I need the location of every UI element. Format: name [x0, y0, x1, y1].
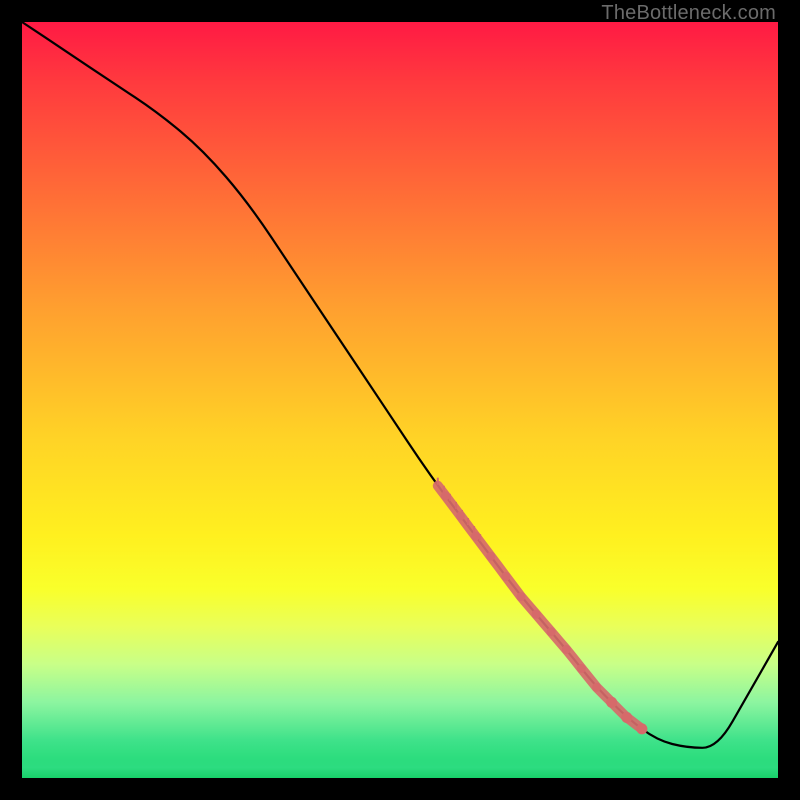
bottleneck-curve-svg	[22, 22, 778, 778]
highlight-marker	[562, 645, 571, 654]
highlight-marker	[517, 592, 526, 601]
highlight-marker	[621, 712, 632, 723]
highlight-marker	[547, 627, 556, 636]
highlight-marker	[471, 532, 480, 541]
highlight-marker	[486, 552, 495, 561]
plot-area	[22, 22, 778, 778]
highlight-markers	[438, 478, 648, 735]
highlight-marker	[532, 610, 541, 619]
watermark-text: TheBottleneck.com	[601, 2, 776, 25]
highlight-marker	[441, 491, 450, 500]
highlight-marker	[606, 697, 617, 708]
highlight-marker	[501, 572, 510, 581]
highlight-marker	[636, 723, 647, 734]
highlight-marker	[456, 511, 465, 520]
highlight-marker	[577, 664, 586, 673]
chart-frame: TheBottleneck.com	[0, 0, 800, 800]
bottleneck-curve-line	[22, 22, 778, 748]
highlight-marker	[592, 683, 601, 692]
